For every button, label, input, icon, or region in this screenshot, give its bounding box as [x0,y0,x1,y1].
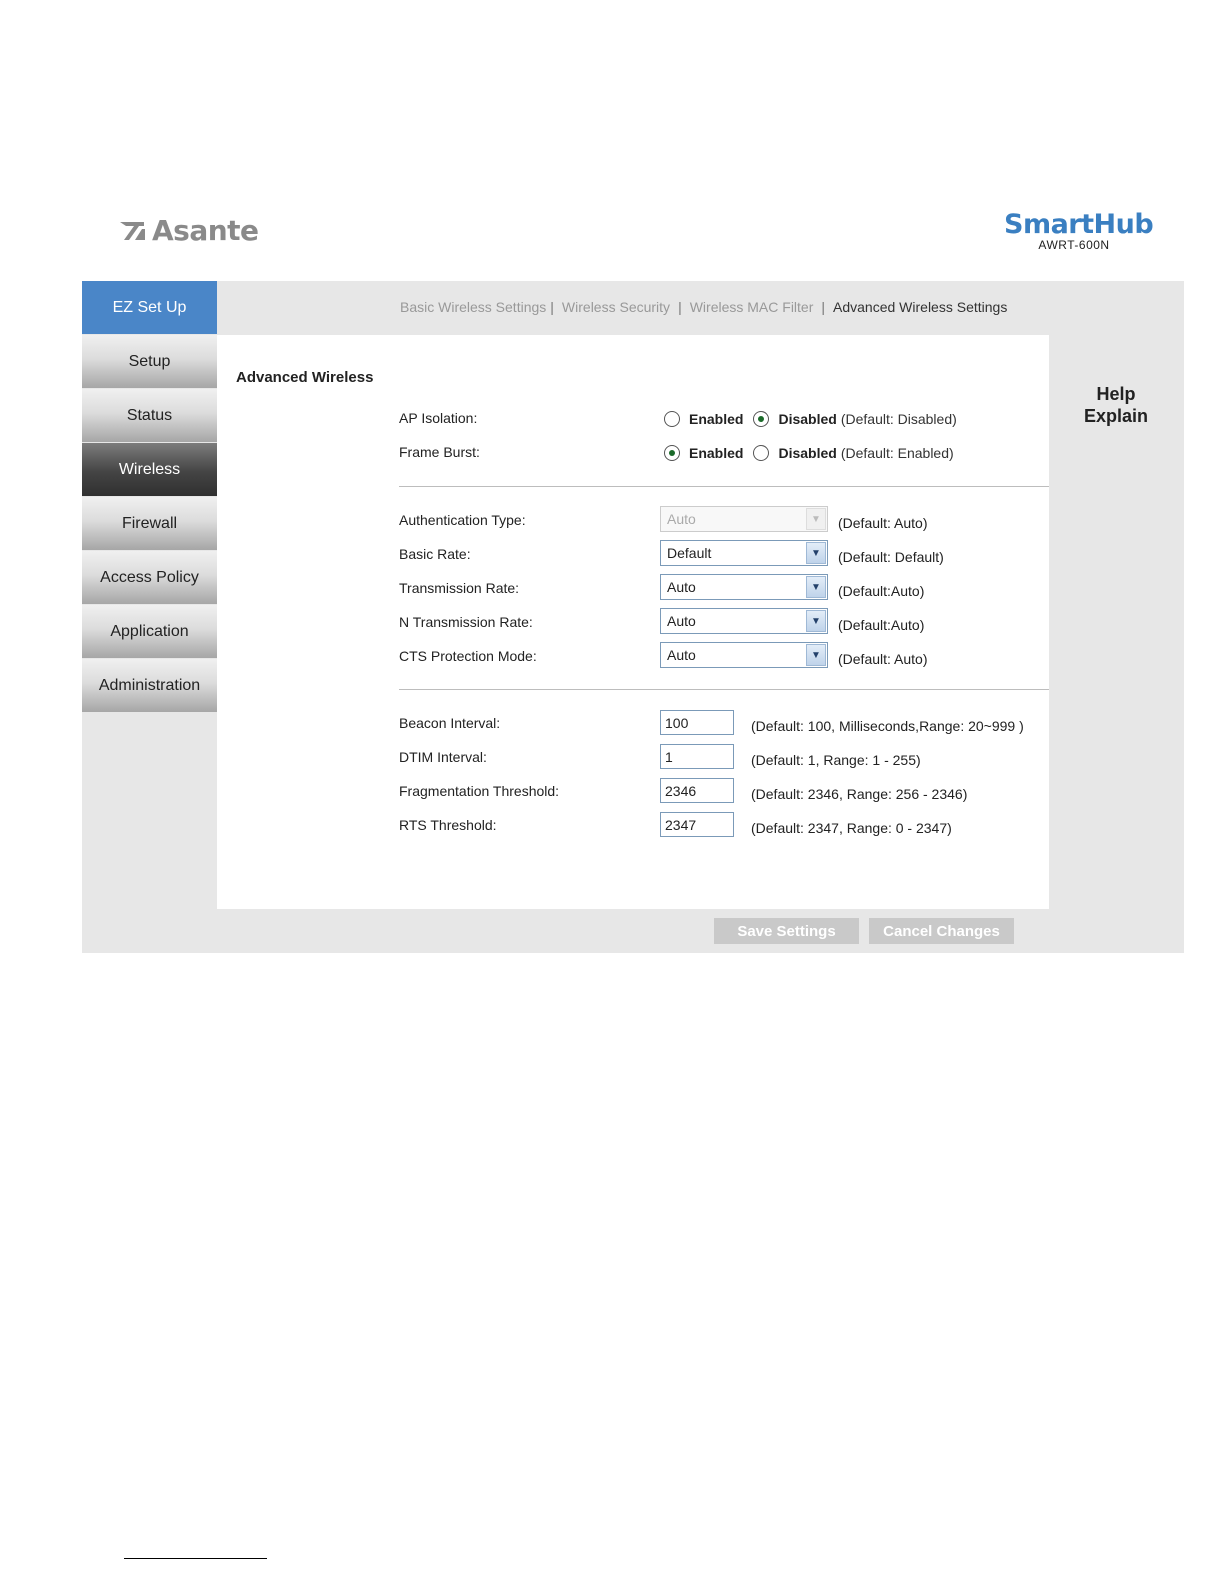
sidebar-item-status[interactable]: Status [82,389,217,442]
beacon-interval-input[interactable] [660,710,734,735]
transmission-rate-select[interactable]: Auto ▼ [660,574,828,600]
sidebar-item-label: Wireless [118,460,181,478]
auth-type-label: Authentication Type: [399,512,526,528]
dtim-interval-input[interactable] [660,744,734,769]
auth-type-select[interactable]: Auto ▼ [660,506,828,532]
tab-wireless-mac-filter[interactable]: Wireless MAC Filter [690,299,814,315]
product-brand: SmartHub AWRT-600N [1004,209,1154,253]
divider [399,689,1049,690]
transmission-rate-default: (Default:Auto) [838,583,925,599]
tab-wireless-security[interactable]: Wireless Security [562,299,670,315]
radio-option-label: Disabled [778,445,837,461]
rts-threshold-label: RTS Threshold: [399,817,497,833]
ap-isolation-radio-group: Enabled Disabled (Default: Disabled) [664,411,957,427]
asante-logo-text: Asante [152,214,259,247]
sidebar-item-label: Administration [98,676,201,694]
sidebar-item-application[interactable]: Application [82,605,217,658]
sidebar-item-label: Firewall [121,514,178,532]
divider [399,486,1049,487]
radio-option-label: Enabled [689,445,744,461]
rts-threshold-input[interactable] [660,812,734,837]
fragmentation-threshold-input[interactable] [660,778,734,803]
n-transmission-rate-default: (Default:Auto) [838,617,925,633]
sidebar-item-wireless[interactable]: Wireless [82,443,217,496]
frame-burst-disabled-radio[interactable] [753,445,770,461]
chevron-down-icon: ▼ [806,542,826,564]
sidebar-item-label: EZ Set Up [112,298,187,316]
asante-logo: Asante [120,214,259,247]
n-transmission-rate-label: N Transmission Rate: [399,614,533,630]
select-value: Auto [667,511,696,527]
router-admin-frame: EZ Set Up Setup Status Wireless Firewall… [82,281,1184,953]
ap-isolation-disabled-radio[interactable] [753,411,770,427]
auth-type-default: (Default: Auto) [838,515,928,531]
sidebar-item-ez-setup[interactable]: EZ Set Up [82,281,217,334]
select-value: Default [667,545,712,561]
cts-protection-default: (Default: Auto) [838,651,928,667]
transmission-rate-label: Transmission Rate: [399,580,520,596]
frame-burst-radio-group: Enabled Disabled (Default: Enabled) [664,445,954,461]
sidebar-item-administration[interactable]: Administration [82,659,217,712]
wireless-subtabs: Basic Wireless Settings | Wireless Securit… [400,299,1007,315]
sidebar-item-firewall[interactable]: Firewall [82,497,217,550]
sidebar-nav: EZ Set Up Setup Status Wireless Firewall… [82,281,217,713]
dtim-interval-default: (Default: 1, Range: 1 - 255) [751,752,921,768]
sidebar-item-setup[interactable]: Setup [82,335,217,388]
help-explain-text: Explain [1083,406,1149,426]
cts-protection-label: CTS Protection Mode: [399,648,537,664]
settings-panel: Advanced Wireless AP Isolation: Enabled … [217,335,1049,909]
cts-protection-select[interactable]: Auto ▼ [660,642,828,668]
brand-model: AWRT-600N [1038,238,1110,252]
beacon-interval-label: Beacon Interval: [399,715,501,731]
rts-threshold-default: (Default: 2347, Range: 0 - 2347) [751,820,952,836]
sidebar-item-label: Access Policy [100,568,199,586]
radio-option-label: Disabled [778,411,837,427]
ap-isolation-enabled-radio[interactable] [664,411,680,427]
sidebar-item-label: Setup [128,352,171,370]
sidebar-item-label: Application [110,622,189,640]
cancel-changes-button[interactable]: Cancel Changes [869,918,1014,944]
chevron-down-icon: ▼ [806,576,826,598]
brand-name: SmartHub [1004,209,1154,240]
beacon-interval-default: (Default: 100, Milliseconds,Range: 20~99… [751,718,1024,734]
frame-burst-enabled-radio[interactable] [664,445,680,461]
radio-option-label: Enabled [689,411,744,427]
sidebar-item-access-policy[interactable]: Access Policy [82,551,217,604]
basic-rate-select[interactable]: Default ▼ [660,540,828,566]
chevron-down-icon: ▼ [806,508,826,530]
frame-burst-label: Frame Burst: [399,444,480,460]
help-panel: Help Explain [1074,383,1158,427]
asante-logo-mark-icon [120,221,145,240]
frame-burst-default: (Default: Enabled) [840,445,954,461]
save-settings-button[interactable]: Save Settings [714,918,859,944]
tab-separator: | [821,299,826,315]
footnote-rule [124,1558,267,1559]
basic-rate-label: Basic Rate: [399,546,471,562]
select-value: Auto [667,579,696,595]
tab-separator: | [678,299,682,315]
section-title: Advanced Wireless [236,369,374,386]
select-value: Auto [667,647,696,663]
dtim-interval-label: DTIM Interval: [399,749,487,765]
fragmentation-threshold-default: (Default: 2346, Range: 256 - 2346) [751,786,968,802]
chevron-down-icon: ▼ [806,610,826,632]
tab-advanced-wireless-settings[interactable]: Advanced Wireless Settings [833,299,1007,315]
fragmentation-threshold-label: Fragmentation Threshold: [399,783,560,799]
select-value: Auto [667,613,696,629]
sidebar-item-label: Status [126,406,173,424]
n-transmission-rate-select[interactable]: Auto ▼ [660,608,828,634]
help-link[interactable]: Help [1074,383,1158,405]
ap-isolation-label: AP Isolation: [399,410,478,426]
chevron-down-icon: ▼ [806,644,826,666]
basic-rate-default: (Default: Default) [838,549,944,565]
tab-basic-wireless-settings[interactable]: Basic Wireless Settings [400,299,546,315]
tab-separator: | [550,299,554,315]
ap-isolation-default: (Default: Disabled) [840,411,957,427]
